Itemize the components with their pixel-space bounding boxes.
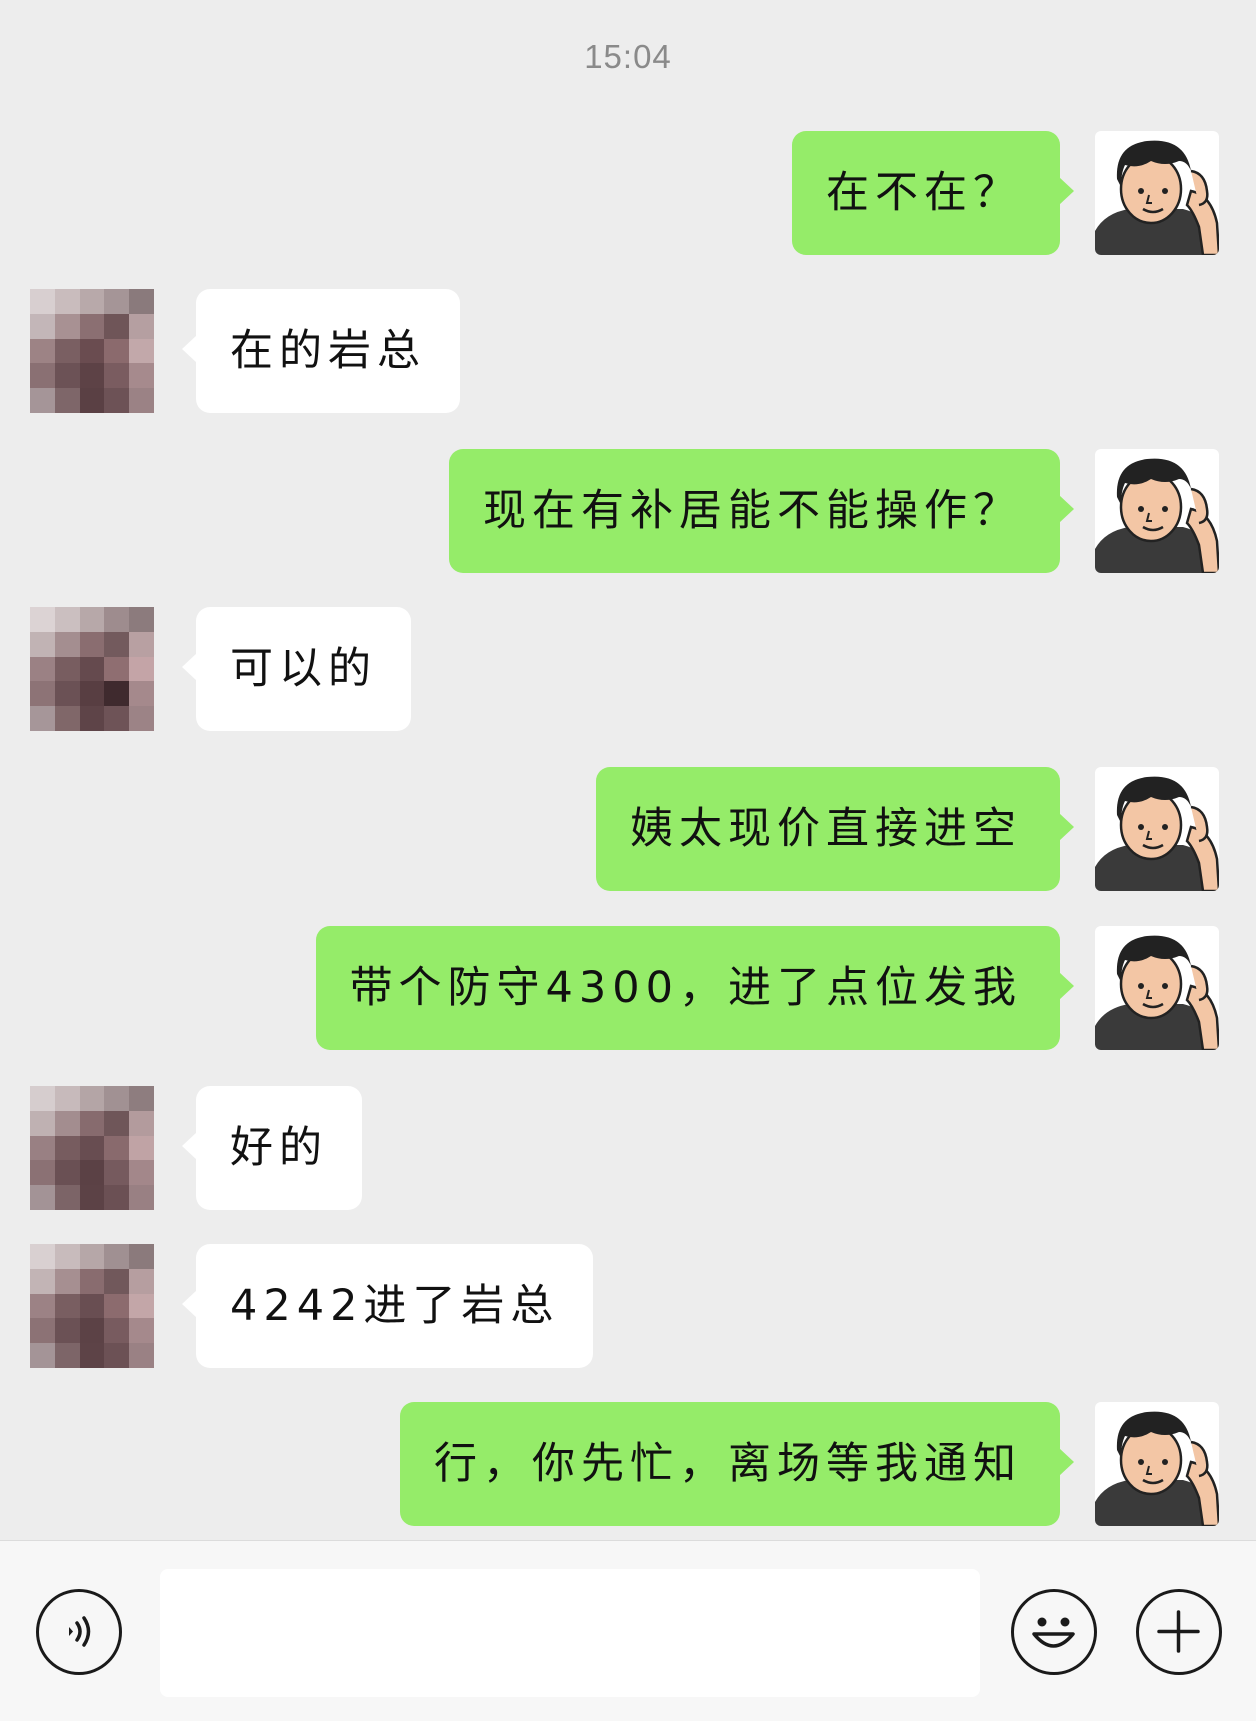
message-row-outgoing: 姨太现价直接进空 bbox=[0, 767, 1256, 891]
message-row-incoming: 4242进了岩总 bbox=[0, 1244, 1256, 1368]
my-avatar[interactable] bbox=[1095, 131, 1219, 255]
message-row-outgoing: 在不在？ bbox=[0, 131, 1256, 255]
my-avatar[interactable] bbox=[1095, 449, 1219, 573]
message-bubble-outgoing[interactable]: 在不在？ bbox=[792, 131, 1074, 255]
chat-input-bar bbox=[0, 1540, 1256, 1721]
emoji-button[interactable] bbox=[1011, 1589, 1097, 1675]
peer-avatar-blurred[interactable] bbox=[30, 607, 154, 731]
message-row-incoming: 好的 bbox=[0, 1086, 1256, 1210]
cartoon-boy-avatar-icon bbox=[1095, 767, 1219, 891]
message-bubble-outgoing[interactable]: 带个防守4300，进了点位发我 bbox=[315, 926, 1075, 1050]
voice-icon bbox=[69, 1616, 91, 1647]
cartoon-boy-avatar-icon bbox=[1095, 926, 1219, 1050]
voice-toggle-button[interactable] bbox=[36, 1589, 122, 1675]
my-avatar[interactable] bbox=[1095, 1402, 1219, 1526]
my-avatar[interactable] bbox=[1095, 926, 1219, 1050]
message-row-incoming: 可以的 bbox=[0, 607, 1256, 731]
message-bubble-incoming[interactable]: 好的 bbox=[182, 1086, 362, 1210]
peer-avatar-blurred[interactable] bbox=[30, 1086, 154, 1210]
message-input[interactable] bbox=[160, 1569, 980, 1697]
message-row-outgoing: 现在有补居能不能操作？ bbox=[0, 449, 1256, 573]
message-bubble-incoming[interactable]: 4242进了岩总 bbox=[181, 1244, 594, 1368]
peer-avatar-blurred[interactable] bbox=[30, 289, 154, 413]
message-bubble-incoming[interactable]: 可以的 bbox=[182, 607, 411, 731]
cartoon-boy-avatar-icon bbox=[1095, 131, 1219, 255]
message-timestamp: 15:04 bbox=[584, 38, 672, 75]
message-bubble-incoming[interactable]: 在的岩总 bbox=[182, 289, 460, 413]
plus-icon bbox=[1157, 1610, 1200, 1653]
peer-avatar-blurred[interactable] bbox=[30, 1244, 154, 1368]
my-avatar[interactable] bbox=[1095, 767, 1219, 891]
cartoon-boy-avatar-icon bbox=[1095, 449, 1219, 573]
message-bubble-outgoing[interactable]: 行，你先忙，离场等我通知 bbox=[400, 1402, 1074, 1526]
message-bubble-outgoing[interactable]: 姨太现价直接进空 bbox=[596, 767, 1074, 891]
message-row-outgoing: 带个防守4300，进了点位发我 bbox=[0, 926, 1256, 1050]
message-row-outgoing: 行，你先忙，离场等我通知 bbox=[0, 1402, 1256, 1526]
message-row-incoming: 在的岩总 bbox=[0, 289, 1256, 413]
more-options-button[interactable] bbox=[1136, 1589, 1222, 1675]
message-bubble-outgoing[interactable]: 现在有补居能不能操作？ bbox=[449, 449, 1074, 573]
emoji-icon bbox=[1032, 1617, 1075, 1648]
cartoon-boy-avatar-icon bbox=[1095, 1402, 1219, 1526]
